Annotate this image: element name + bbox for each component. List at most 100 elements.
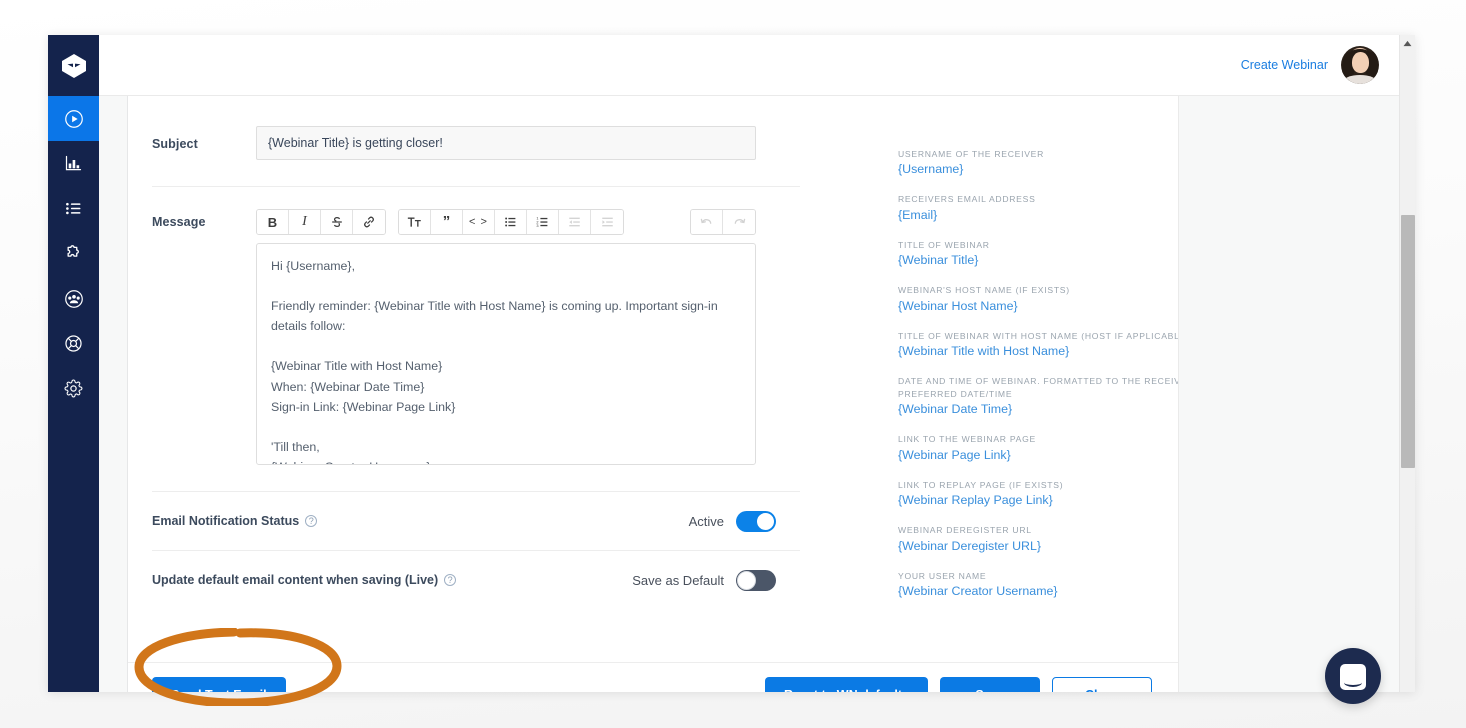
- subject-input[interactable]: [256, 126, 756, 160]
- merge-variable-block: LINK TO THE WEBINAR PAGE {Webinar Page Li…: [898, 433, 1178, 461]
- sidebar-item-contacts[interactable]: [48, 276, 99, 321]
- merge-variable-token[interactable]: {Webinar Deregister URL}: [898, 539, 1178, 553]
- save-default-label: Update default email content when saving…: [152, 573, 439, 587]
- merge-variable-title: DATE AND TIME OF WEBINAR. FORMATTED TO T…: [898, 376, 1178, 399]
- merge-variable-block: TITLE OF WEBINAR {Webinar Title}: [898, 239, 1178, 267]
- left-gutter: [99, 61, 128, 692]
- merge-variables-list: USERNAME OF THE RECEIVER {Username} RECEIV…: [898, 148, 1178, 615]
- toolbar-group-format: B I: [256, 209, 386, 235]
- merge-variable-token[interactable]: {Email}: [898, 208, 1178, 222]
- toolbar-group-block: ” < > 1 2 3: [398, 209, 624, 235]
- merge-variable-block: YOUR USER NAME {Webinar Creator Username}: [898, 570, 1178, 598]
- merge-variable-block: TITLE OF WEBINAR WITH HOST NAME (HOST IF…: [898, 330, 1178, 358]
- sidebar-item-integrations[interactable]: [48, 231, 99, 276]
- merge-variable-token[interactable]: {Webinar Replay Page Link}: [898, 493, 1178, 507]
- merge-variable-block: DATE AND TIME OF WEBINAR. FORMATTED TO T…: [898, 375, 1178, 416]
- save-default-label-wrap: Update default email content when saving…: [152, 573, 457, 587]
- play-circle-icon: [63, 108, 85, 130]
- footer-left-actions: Send Test Email: [152, 677, 286, 692]
- message-row: Message B I ” < > 1 2 3 Hi {Username}, F…: [128, 187, 848, 465]
- svg-text:3: 3: [536, 224, 538, 228]
- people-icon: [63, 288, 85, 310]
- setting-row-email-status: Email Notification Status ? Active: [128, 492, 776, 550]
- merge-variable-block: WEBINAR DEREGISTER URL {Webinar Deregiste…: [898, 524, 1178, 552]
- create-webinar-link[interactable]: Create Webinar: [1241, 58, 1328, 72]
- top-header-bar: Create Webinar: [99, 35, 1415, 96]
- message-editor[interactable]: Hi {Username}, Friendly reminder: {Webin…: [256, 243, 756, 465]
- send-test-email-button[interactable]: Send Test Email: [152, 677, 286, 692]
- merge-variable-token[interactable]: {Webinar Date Time}: [898, 402, 1178, 416]
- editor-footer: Send Test Email Reset to WN defaults Sav…: [128, 662, 1178, 692]
- merge-variable-block: LINK TO REPLAY PAGE (IF EXISTS) {Webinar …: [898, 479, 1178, 507]
- heading-icon[interactable]: [399, 210, 431, 234]
- app-window: Create Webinar Subject Message: [48, 35, 1415, 692]
- merge-variable-title: TITLE OF WEBINAR WITH HOST NAME (HOST IF…: [898, 330, 1178, 341]
- gear-icon: [63, 378, 84, 399]
- puzzle-icon: [63, 243, 84, 264]
- right-gray-area: [1178, 96, 1415, 692]
- list-icon: [63, 198, 84, 219]
- sidebar-item-list[interactable]: [48, 186, 99, 231]
- merge-variable-block: USERNAME OF THE RECEIVER {Username}: [898, 148, 1178, 176]
- email-status-toggle[interactable]: [736, 510, 776, 532]
- undo-icon[interactable]: [691, 210, 723, 234]
- merge-variable-token[interactable]: {Webinar Creator Username}: [898, 584, 1178, 598]
- email-status-label-wrap: Email Notification Status ?: [152, 514, 318, 528]
- sidebar-item-settings[interactable]: [48, 366, 99, 411]
- email-status-label: Email Notification Status: [152, 514, 300, 528]
- toolbar-group-history: [690, 209, 756, 235]
- setting-row-save-default: Update default email content when saving…: [128, 551, 776, 609]
- rich-text-toolbar: B I ” < > 1 2 3: [256, 209, 756, 235]
- sidebar-item-webinars[interactable]: [48, 96, 99, 141]
- indent-icon[interactable]: [591, 210, 623, 234]
- merge-variable-block: RECEIVERS EMAIL ADDRESS {Email}: [898, 193, 1178, 221]
- merge-variable-token[interactable]: {Webinar Title with Host Name}: [898, 344, 1178, 358]
- merge-variable-token[interactable]: {Webinar Host Name}: [898, 299, 1178, 313]
- blockquote-icon[interactable]: ”: [431, 210, 463, 234]
- merge-variable-title: LINK TO THE WEBINAR PAGE: [898, 434, 1036, 445]
- scrollbar-thumb[interactable]: [1401, 215, 1415, 468]
- save-default-state: Save as Default: [632, 572, 724, 588]
- merge-variable-title: TITLE OF WEBINAR: [898, 239, 990, 250]
- email-status-state: Active: [688, 513, 724, 529]
- italic-icon[interactable]: I: [289, 210, 321, 234]
- help-icon[interactable]: ?: [305, 515, 318, 527]
- email-form: Subject Message B I: [128, 96, 848, 609]
- numbered-list-icon[interactable]: 1 2 3: [527, 210, 559, 234]
- merge-variable-title: USERNAME OF THE RECEIVER: [898, 149, 1045, 159]
- message-label: Message: [152, 215, 206, 229]
- merge-variable-title: WEBINAR'S HOST NAME (IF EXISTS): [898, 285, 1070, 296]
- footer-right-actions: Reset to WN defaults Save Close: [764, 677, 1152, 692]
- merge-variable-token[interactable]: {Webinar Page Link}: [898, 448, 1178, 462]
- subject-label: Subject: [152, 137, 198, 151]
- chat-smiley-icon: [1340, 664, 1366, 690]
- email-editor-panel: Subject Message B I: [128, 96, 1178, 692]
- close-button[interactable]: Close: [1052, 677, 1152, 692]
- save-button[interactable]: Save: [940, 677, 1040, 692]
- merge-variable-token[interactable]: {Username}: [898, 162, 1178, 176]
- reset-to-wn-defaults-button[interactable]: Reset to WN defaults: [764, 677, 928, 692]
- sidebar-item-support[interactable]: [48, 321, 99, 366]
- sidebar-item-analytics[interactable]: [48, 141, 99, 186]
- merge-variable-title: YOUR USER NAME: [898, 570, 987, 581]
- bold-icon[interactable]: B: [257, 210, 289, 234]
- code-icon[interactable]: < >: [463, 210, 495, 234]
- sidebar: [48, 35, 99, 692]
- redo-icon[interactable]: [723, 210, 755, 234]
- save-default-toggle[interactable]: [736, 569, 776, 591]
- merge-variable-block: WEBINAR'S HOST NAME (IF EXISTS) {Webinar …: [898, 284, 1178, 312]
- bulleted-list-icon[interactable]: [495, 210, 527, 234]
- outdent-icon[interactable]: [559, 210, 591, 234]
- bar-chart-icon: [63, 153, 84, 174]
- avatar[interactable]: [1341, 46, 1379, 84]
- link-icon[interactable]: [353, 210, 385, 234]
- scroll-up-arrow-icon[interactable]: [1400, 35, 1415, 51]
- lifebuoy-icon: [63, 333, 84, 354]
- intercom-chat-launcher[interactable]: [1325, 648, 1381, 704]
- help-icon[interactable]: ?: [444, 574, 457, 586]
- merge-variable-token[interactable]: {Webinar Title}: [898, 253, 1178, 267]
- app-logo[interactable]: [48, 35, 99, 96]
- merge-variable-title: LINK TO REPLAY PAGE (IF EXISTS): [898, 479, 1064, 490]
- vertical-scrollbar[interactable]: [1399, 35, 1415, 692]
- strikethrough-icon[interactable]: [321, 210, 353, 234]
